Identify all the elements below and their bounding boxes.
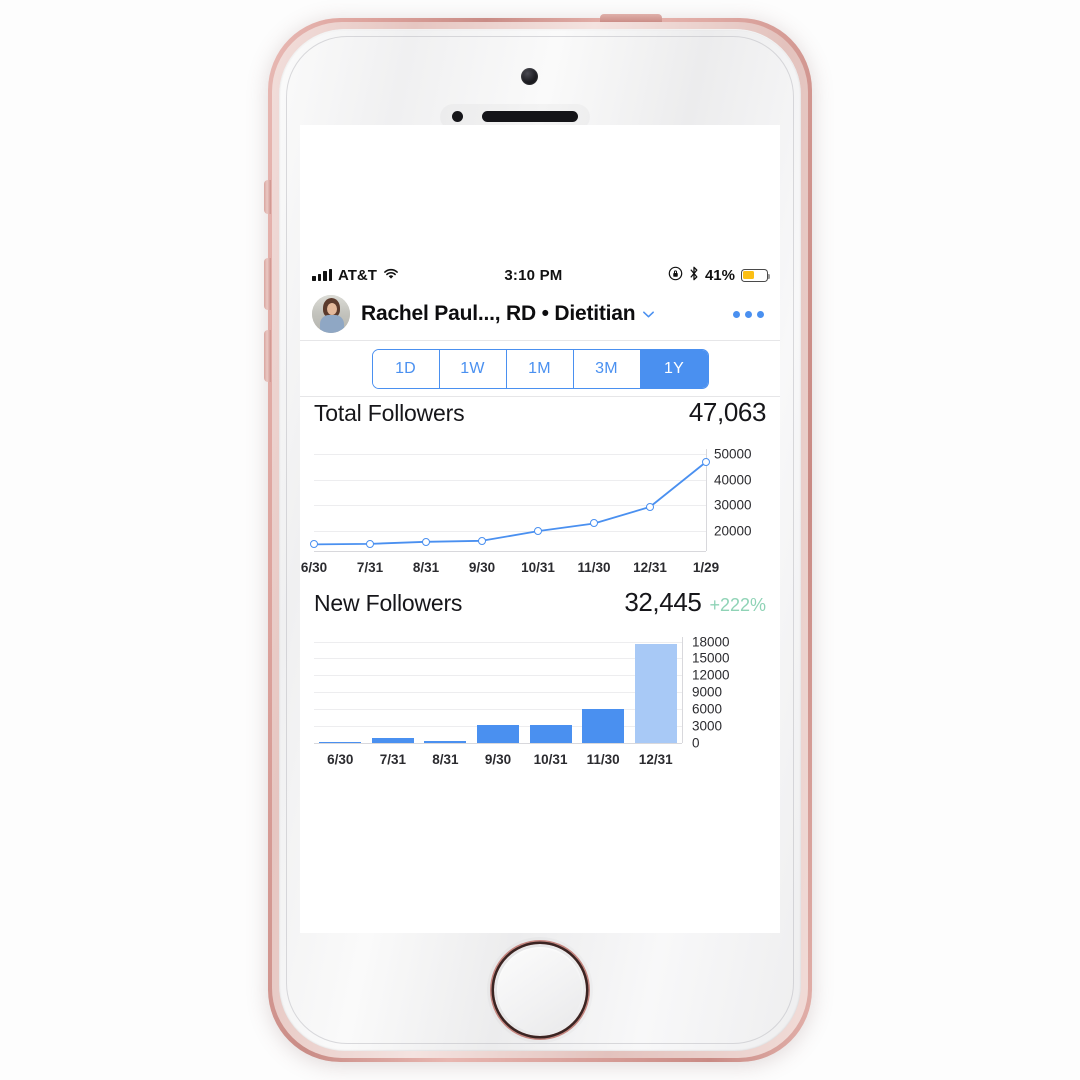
gridline [314,692,682,694]
x-axis-tick: 6/30 [300,560,328,575]
x-axis-tick: 7/31 [356,560,384,575]
phone-screen: AT&T 3:10 PM 41% Rachel Paul..., RD • Di… [300,125,780,933]
x-axis-tick: 11/30 [577,560,611,575]
gridline [314,709,682,711]
new-followers-delta: +222% [709,595,766,615]
more-options-icon[interactable] [733,310,768,318]
new-followers-title: New Followers [314,590,463,616]
proximity-sensor-icon [452,111,463,122]
x-axis-tick: 1/29 [692,560,720,575]
y-axis-tick: 9000 [692,684,723,700]
rotation-lock-icon [668,266,683,285]
mute-switch[interactable] [264,180,271,214]
page-title: Rachel Paul..., RD • Dietitian [361,302,636,325]
range-option-1w[interactable]: 1W [439,349,507,388]
bar[interactable] [582,709,625,743]
bar[interactable] [529,724,572,743]
bar[interactable] [424,740,467,743]
range-option-1m[interactable]: 1M [506,349,574,388]
account-header: Rachel Paul..., RD • Dietitian [300,288,780,340]
battery-percent-label: 41% [704,266,735,284]
range-option-1y[interactable]: 1Y [640,349,708,388]
total-followers-value: 47,063 [688,397,767,427]
x-axis-tick: 12/31 [633,560,667,575]
new-followers-card: New Followers 32,445 +222% 0 3000 6000 9000… [300,587,780,773]
earpiece-speaker [482,111,578,122]
total-followers-card: Total Followers 47,063 20000 30000 40000 50… [300,397,780,583]
power-button[interactable] [600,14,662,22]
range-option-3m[interactable]: 3M [573,349,641,388]
data-point[interactable] [702,458,710,466]
x-axis-tick: 8/31 [412,560,440,575]
volume-down-button[interactable] [264,330,271,382]
status-bar: AT&T 3:10 PM 41% [300,262,780,288]
data-point[interactable] [646,502,654,511]
carrier-label: AT&T [338,266,377,284]
data-point[interactable] [422,537,430,546]
data-point[interactable] [366,539,374,548]
data-point[interactable] [590,519,598,528]
avatar[interactable] [312,295,350,333]
battery-icon [741,268,771,282]
screenshot-stage: AT&T 3:10 PM 41% Rachel Paul..., RD • Di… [0,0,1080,1080]
y-axis-tick: 15000 [692,650,730,666]
gridline [314,658,682,660]
gridline [314,675,682,677]
chevron-down-icon[interactable] [642,308,655,321]
home-button[interactable] [494,944,586,1036]
y-axis-tick: 3000 [692,718,723,734]
x-axis-line [314,743,682,744]
y-axis-tick: 18000 [692,634,730,649]
range-selector: 1D 1W 1M 3M 1Y [300,341,780,396]
x-axis-tick: 7/31 [379,752,406,767]
new-followers-value: 32,445 [624,587,702,617]
total-followers-header: Total Followers 47,063 [300,397,780,441]
x-axis-tick: 9/30 [468,560,496,575]
y-axis-tick: 0 [692,735,700,751]
front-camera-icon [521,68,538,85]
gridline [314,641,682,643]
data-point[interactable] [534,527,542,536]
bluetooth-icon [689,266,699,285]
total-followers-title: Total Followers [314,400,465,426]
data-point[interactable] [478,536,486,545]
x-axis-tick: 9/30 [484,752,512,767]
range-option-1d[interactable]: 1D [372,349,440,388]
volume-up-button[interactable] [264,258,271,310]
bar-partial[interactable] [634,644,677,743]
x-axis-tick: 10/31 [533,752,568,767]
y-axis-tick: 12000 [692,667,730,683]
bar[interactable] [319,741,362,743]
wifi-icon [383,267,399,284]
x-axis-tick: 8/31 [432,752,459,767]
new-followers-bar-chart[interactable]: 0 3000 6000 9000 12000 15000 18000 6/30 7/31 8/31… [300,631,780,773]
x-axis-tick: 10/31 [521,560,555,575]
data-point[interactable] [310,540,318,549]
bar[interactable] [476,724,520,743]
new-followers-header: New Followers 32,445 +222% [300,587,780,631]
x-axis-tick: 6/30 [327,752,354,767]
x-axis-tick: 12/31 [638,752,673,767]
bar[interactable] [371,737,414,743]
total-followers-line-chart[interactable]: 20000 30000 40000 50000 6/30 7/31 8/31 9/30 10/3… [300,441,780,583]
x-axis-tick: 11/30 [586,752,620,767]
y-axis-tick: 6000 [692,701,723,717]
y-axis-line [682,637,683,743]
signal-bars-icon [312,269,332,281]
status-bar-time: 3:10 PM [504,266,563,284]
